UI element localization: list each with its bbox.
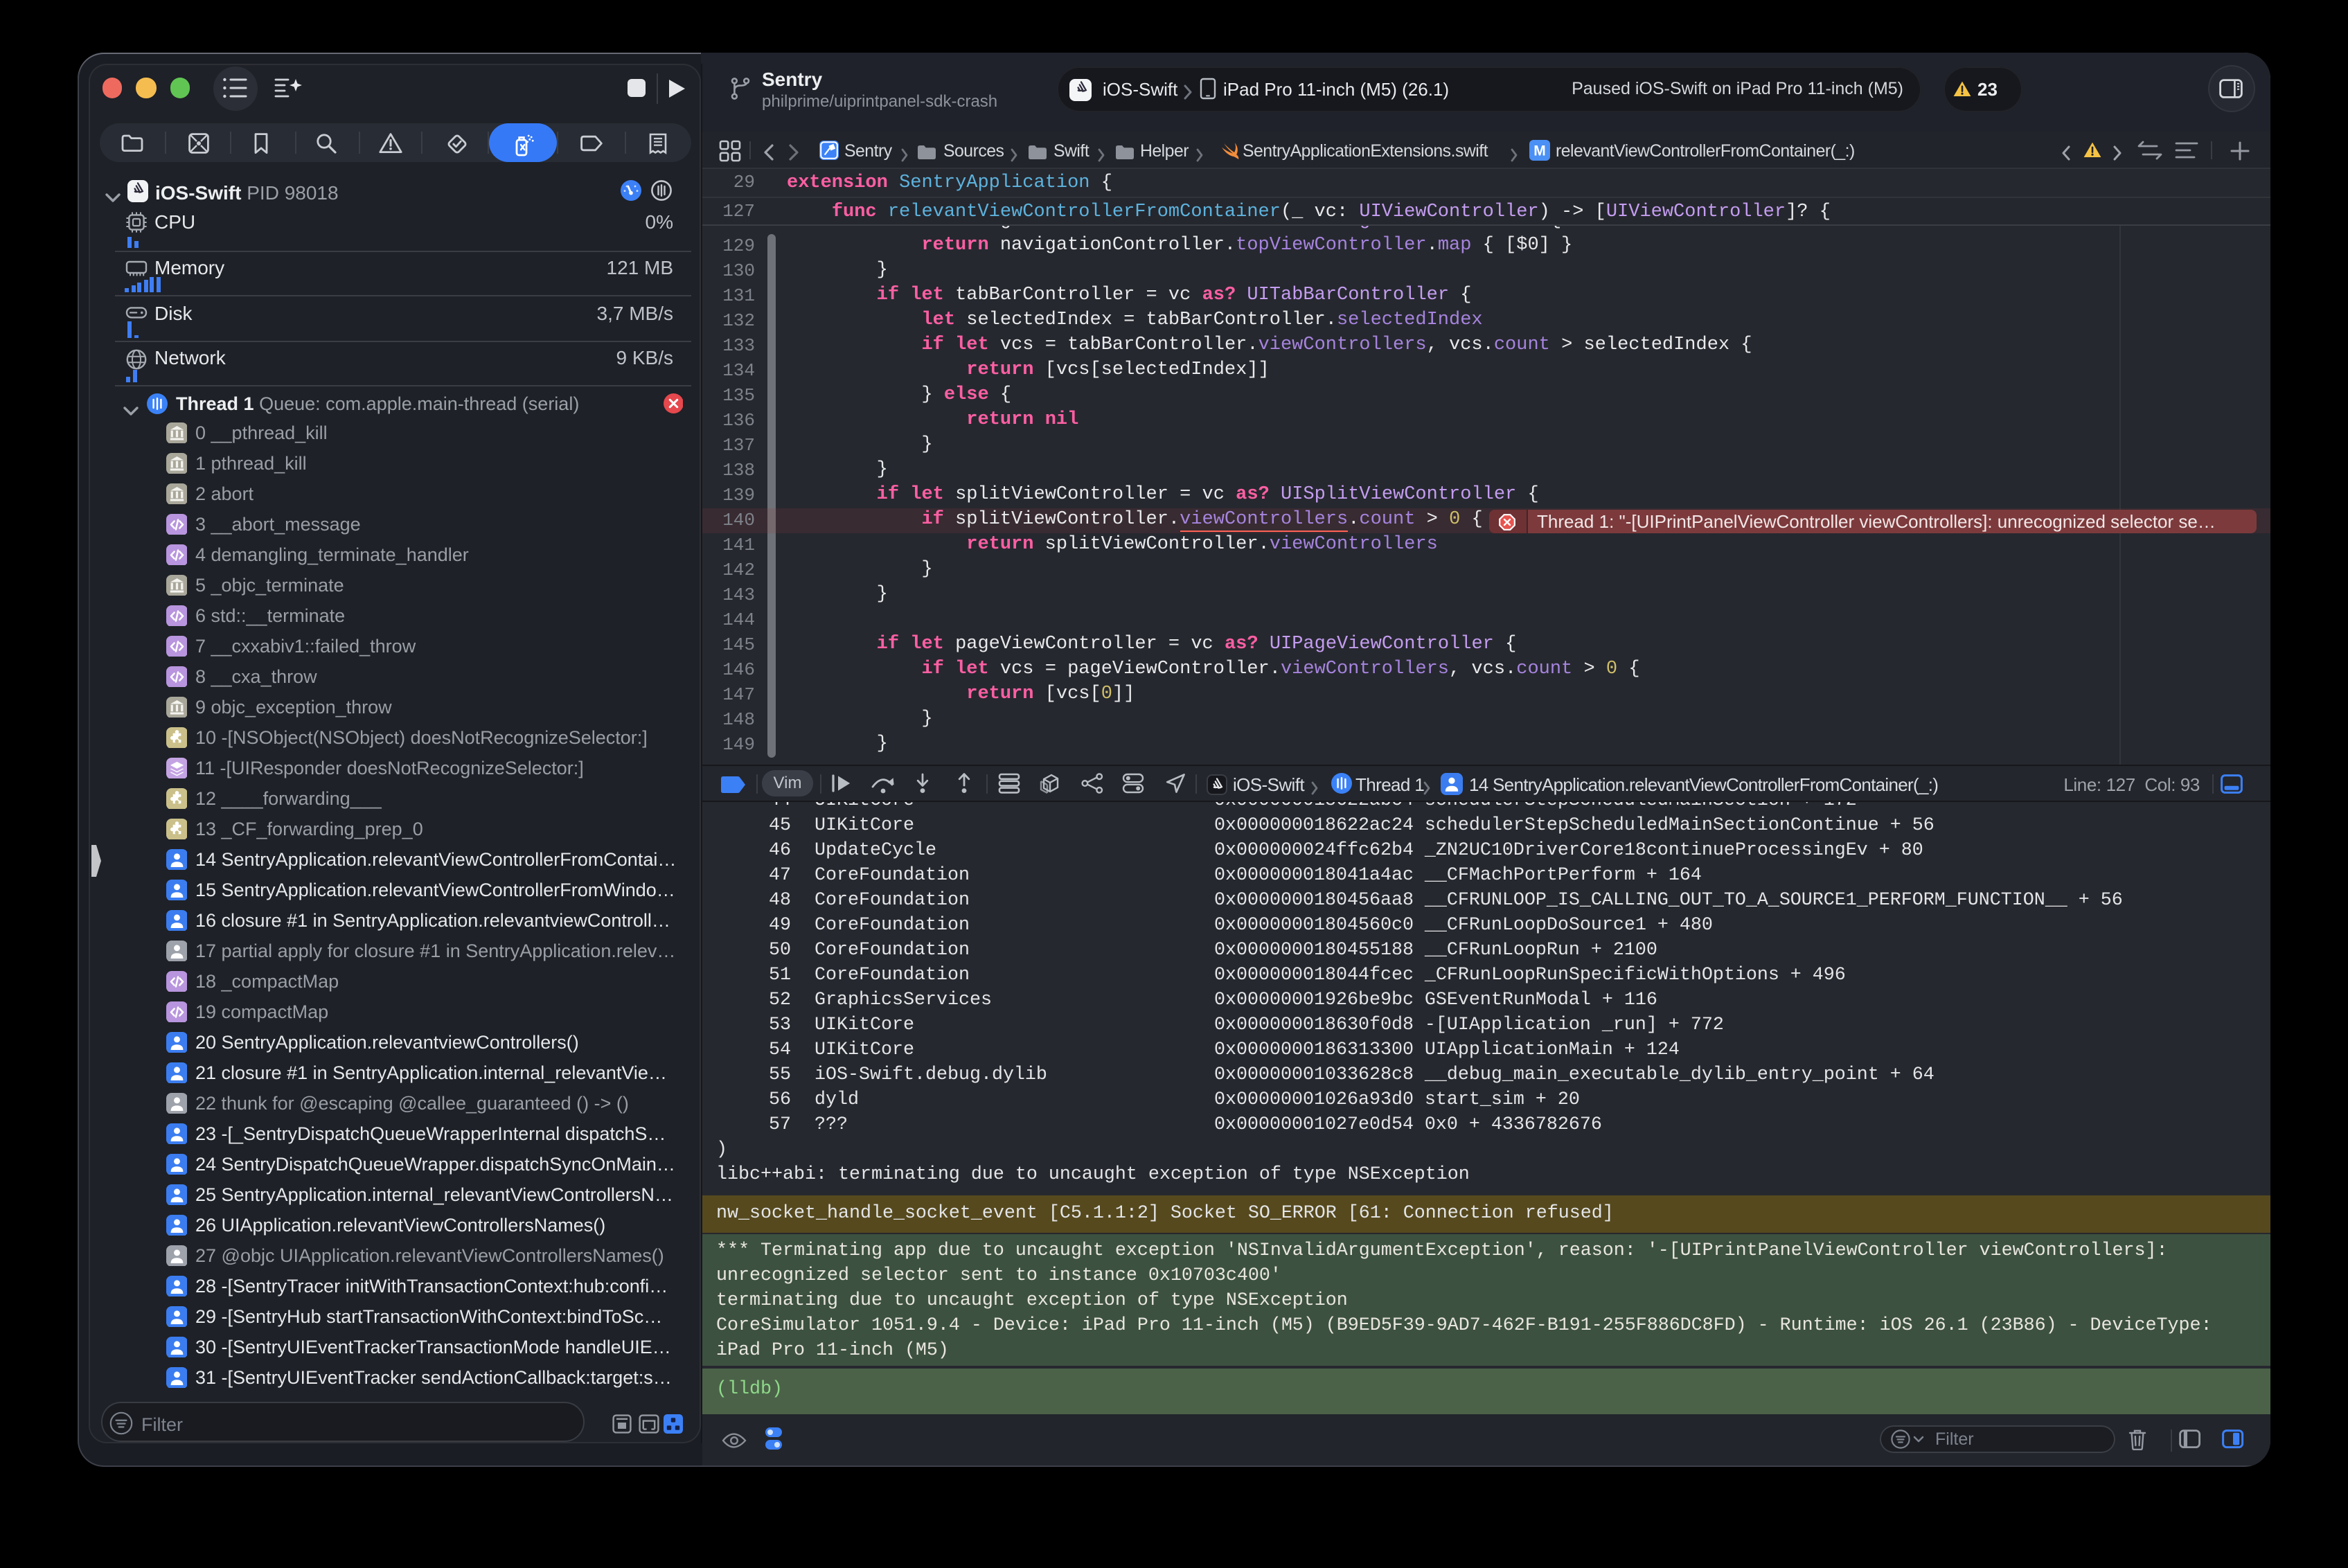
svg-text:M: M xyxy=(1533,143,1546,159)
